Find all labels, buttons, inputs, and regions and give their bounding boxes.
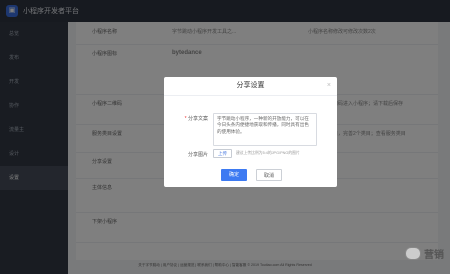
cancel-button[interactable]: 取消 [256, 169, 282, 181]
upload-button[interactable]: 上传 [213, 149, 232, 158]
close-icon[interactable]: × [327, 77, 331, 95]
dialog-header: 分享设置 × [164, 77, 337, 96]
share-image-label: 分享图片 [187, 152, 208, 158]
share-image-row: 分享图片 上传 建议上传比例为5:4的JPG/PNG的图片 [172, 149, 300, 158]
share-settings-dialog: 分享设置 × * 分享文案 字节跳动小程序，一种新的开放能力，可以在今日头条内便… [164, 77, 337, 187]
chat-bubble-icon [405, 246, 421, 260]
watermark-text: 营销 [424, 249, 444, 261]
confirm-button[interactable]: 确定 [221, 169, 247, 181]
watermark: 营销 [405, 238, 450, 268]
share-text-label: * 分享文案 [184, 116, 208, 122]
dialog-title: 分享设置 [236, 82, 265, 89]
share-text-row: * 分享文案 字节跳动小程序，一种新的开放能力，可以在今日头条内便捷地获取和传播… [172, 113, 317, 146]
share-text-input[interactable]: 字节跳动小程序，一种新的开放能力，可以在今日头条内便捷地获取和传播，同时具有出色… [213, 113, 317, 146]
upload-hint: 建议上传比例为5:4的JPG/PNG的图片 [236, 151, 300, 155]
